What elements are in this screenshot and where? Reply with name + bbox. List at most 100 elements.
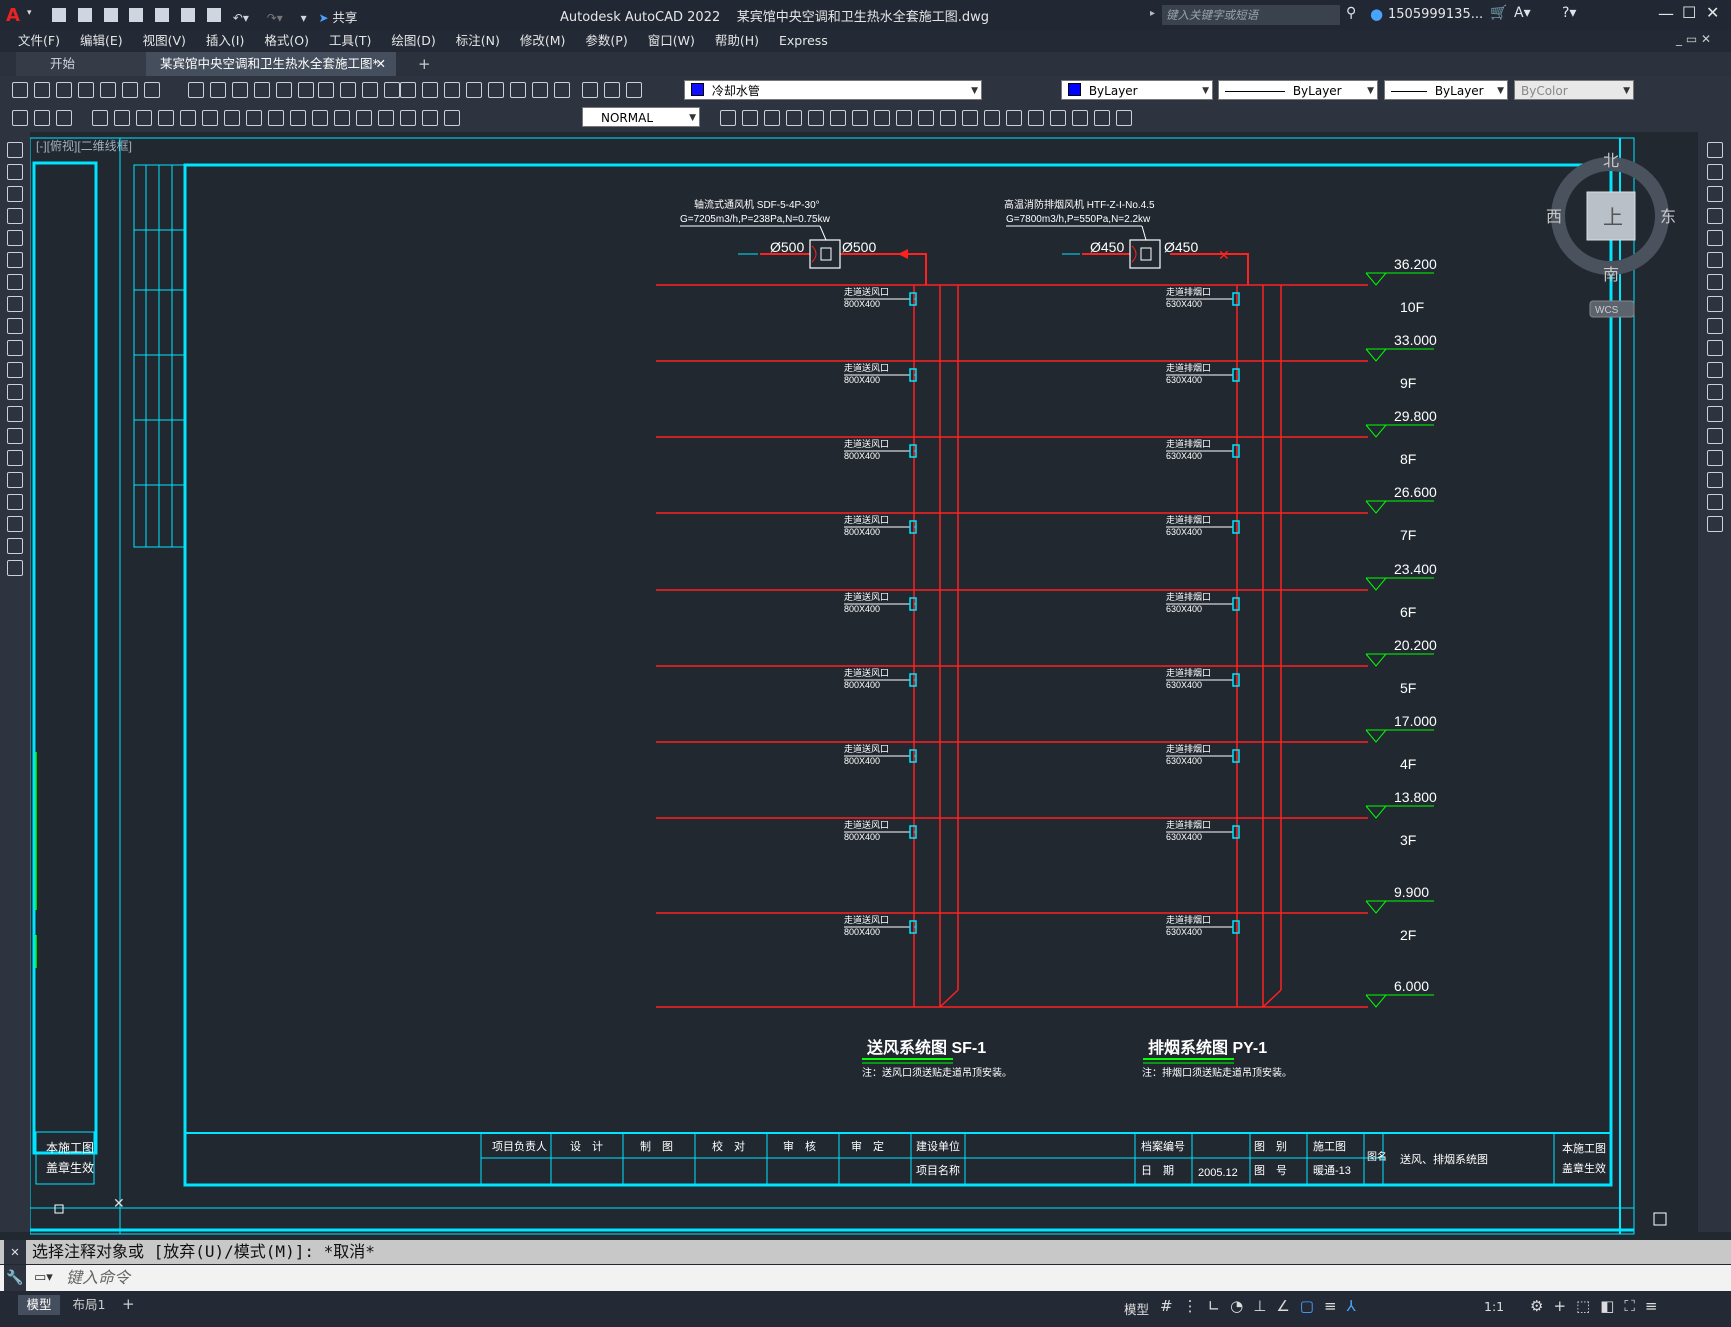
menu-item-5[interactable]: 工具(T) <box>319 30 381 52</box>
save-as-icon[interactable] <box>129 8 144 22</box>
drawing-canvas[interactable]: [-][俯视][二维线框] 本施工图 盖章生效 ✕ 上 北 南 东 西 WCS <box>30 132 1698 1240</box>
new-tab-button[interactable]: + <box>404 52 431 76</box>
annotation-scale[interactable]: 1:1 <box>1484 1299 1504 1314</box>
menu-item-3[interactable]: 插入(I) <box>196 30 254 52</box>
search-input[interactable]: 键入关键字或短语 <box>1162 5 1340 25</box>
palette-tool-icon[interactable] <box>1707 142 1723 158</box>
maximize-icon[interactable]: ☐ <box>1682 3 1696 22</box>
user-icon[interactable]: ● <box>1370 5 1383 23</box>
command-close-icon[interactable]: ✕ <box>4 1240 26 1264</box>
palette-tool-icon[interactable] <box>1707 318 1723 334</box>
help-icon[interactable]: ?▾ <box>1562 5 1576 21</box>
save-icon[interactable] <box>103 8 118 22</box>
palette-tool-icon[interactable] <box>1707 384 1723 400</box>
palette-tool-icon[interactable] <box>1707 230 1723 246</box>
grid-icon[interactable]: # <box>1160 1297 1183 1315</box>
palette-tool-icon[interactable] <box>1707 164 1723 180</box>
share-icon[interactable]: ➤ <box>318 11 328 25</box>
palette-tool-icon[interactable] <box>7 384 23 400</box>
lineweight-dropdown[interactable]: ByLayer ▼ <box>1384 80 1508 100</box>
layer-dropdown[interactable]: 冷却水管 ▼ <box>684 80 982 100</box>
command-prompt-icon[interactable]: ▭▾ <box>34 1265 53 1291</box>
palette-tool-icon[interactable] <box>1707 252 1723 268</box>
minimize-icon[interactable]: — <box>1658 4 1674 23</box>
autodesk-app-icon[interactable]: A▾ <box>1514 5 1531 21</box>
undo-icon[interactable]: ↶▾ <box>233 11 249 25</box>
search-icon[interactable]: ⚲ <box>1346 5 1356 21</box>
wrench-icon[interactable]: 🔧 <box>4 1265 26 1291</box>
lineweight-icon[interactable]: ≡ <box>1324 1297 1347 1315</box>
color-dropdown[interactable]: ByLayer ▼ <box>1061 80 1213 100</box>
doc-window-controls[interactable]: _ ▭ ✕ <box>1676 32 1711 46</box>
palette-tool-icon[interactable] <box>7 450 23 466</box>
viewport-label[interactable]: [-][俯视][二维线框] <box>36 138 132 153</box>
palette-tool-icon[interactable] <box>7 208 23 224</box>
search-expand-icon[interactable]: ▸ <box>1150 8 1155 19</box>
tab-model[interactable]: 模型 <box>18 1295 60 1315</box>
menu-item-6[interactable]: 绘图(D) <box>381 30 445 52</box>
menu-item-8[interactable]: 修改(M) <box>510 30 576 52</box>
command-input[interactable]: 键入命令 <box>66 1265 130 1291</box>
menu-item-12[interactable]: Express <box>769 30 838 52</box>
app-menu-chevron-icon[interactable]: ▾ <box>27 8 32 18</box>
palette-tool-icon[interactable] <box>1707 208 1723 224</box>
viewcube-north[interactable]: 北 <box>1603 152 1619 170</box>
palette-tool-icon[interactable] <box>1707 428 1723 444</box>
palette-tool-icon[interactable] <box>7 274 23 290</box>
palette-tool-icon[interactable] <box>1707 406 1723 422</box>
close-icon[interactable]: ✕ <box>1706 3 1719 22</box>
palette-tool-icon[interactable] <box>7 516 23 532</box>
export-icon[interactable] <box>181 8 196 22</box>
palette-tool-icon[interactable] <box>7 142 23 158</box>
palette-tool-icon[interactable] <box>7 472 23 488</box>
menu-item-10[interactable]: 窗口(W) <box>638 30 705 52</box>
tab-drawing[interactable]: 某宾馆中央空调和卫生热水全套施工图* ✕ <box>146 52 396 76</box>
palette-tool-icon[interactable] <box>7 230 23 246</box>
palette-tool-icon[interactable] <box>7 296 23 312</box>
plus-icon[interactable]: + <box>1553 1297 1576 1315</box>
tab-start[interactable]: 开始 <box>16 52 146 76</box>
share-label[interactable]: 共享 <box>332 10 357 25</box>
menu-item-11[interactable]: 帮助(H) <box>705 30 769 52</box>
palette-tool-icon[interactable] <box>1707 450 1723 466</box>
open-icon[interactable] <box>77 8 92 22</box>
palette-tool-icon[interactable] <box>7 560 23 576</box>
palette-tool-icon[interactable] <box>7 494 23 510</box>
plotstyle-dropdown[interactable]: ByColor ▼ <box>1514 80 1634 100</box>
command-line[interactable]: 🔧 ▭▾ 键入命令 <box>0 1265 1731 1291</box>
status-right-icons[interactable]: ⚙+⬚◧⛶≡ <box>1530 1297 1668 1315</box>
palette-tool-icon[interactable] <box>1707 296 1723 312</box>
new-icon[interactable] <box>52 8 66 22</box>
palette-tool-icon[interactable] <box>1707 274 1723 290</box>
palette-tool-icon[interactable] <box>7 406 23 422</box>
workspace-icon[interactable]: ⬚ <box>1576 1297 1600 1315</box>
redo-icon[interactable]: ↷▾ <box>267 11 283 25</box>
palette-tool-icon[interactable] <box>1707 362 1723 378</box>
isolate-icon[interactable]: ◧ <box>1600 1297 1624 1315</box>
otrack-icon[interactable]: ∠ <box>1276 1297 1299 1315</box>
menu-item-4[interactable]: 格式(O) <box>254 30 319 52</box>
palette-tool-icon[interactable] <box>7 186 23 202</box>
palette-tool-icon[interactable] <box>7 428 23 444</box>
palette-tool-icon[interactable] <box>1707 186 1723 202</box>
viewcube-west[interactable]: 西 <box>1546 209 1562 226</box>
palette-tool-icon[interactable] <box>7 164 23 180</box>
customize-icon[interactable]: ≡ <box>1645 1297 1668 1315</box>
palette-tool-icon[interactable] <box>7 252 23 268</box>
palette-tool-icon[interactable] <box>1707 472 1723 488</box>
polar-icon[interactable]: ◔ <box>1230 1297 1253 1315</box>
model-space-button[interactable]: 模型 <box>1124 1299 1149 1318</box>
palette-tool-icon[interactable] <box>7 340 23 356</box>
menu-item-0[interactable]: 文件(F) <box>8 30 70 52</box>
add-layout-button[interactable]: + <box>122 1295 135 1313</box>
palette-tool-icon[interactable] <box>1707 494 1723 510</box>
status-toggle-icons[interactable]: #⋮∟◔⊥∠▢≡⅄ <box>1160 1297 1366 1315</box>
fullscreen-icon[interactable]: ⛶ <box>1624 1297 1645 1315</box>
ortho-icon[interactable]: ∟ <box>1208 1297 1231 1315</box>
web-mobile-icon[interactable] <box>155 8 170 22</box>
osnap-icon[interactable]: ⊥ <box>1253 1297 1276 1315</box>
palette-tool-icon[interactable] <box>1707 340 1723 356</box>
menu-item-9[interactable]: 参数(P) <box>575 30 637 52</box>
palette-tool-icon[interactable] <box>7 538 23 554</box>
cart-icon[interactable]: 🛒 <box>1490 5 1507 21</box>
